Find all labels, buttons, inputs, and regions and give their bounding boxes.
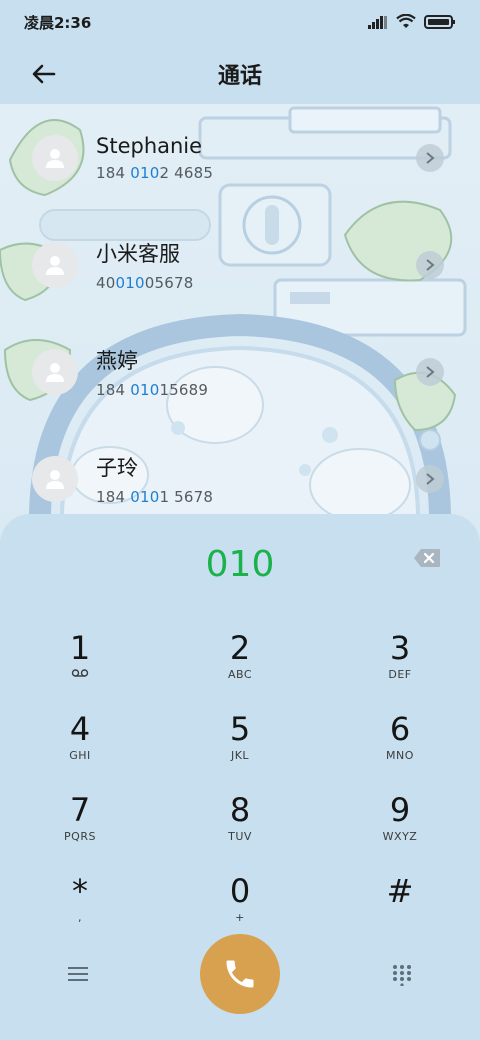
status-bar: 凌晨2:36 [0,0,480,44]
contact-detail-button[interactable] [416,144,444,172]
dialpad-bottom-bar [0,934,480,1018]
dialpad-grid-icon[interactable] [391,964,413,986]
key-1[interactable]: 1 [20,628,140,704]
avatar [32,241,78,288]
key-6[interactable]: 6 MNO [340,709,460,785]
menu-icon[interactable] [66,964,90,984]
voicemail-icon [71,669,89,677]
contact-row[interactable]: 燕婷 184 01015689 [0,318,480,425]
battery-icon [424,15,455,29]
avatar [32,455,78,502]
contact-name: 小米客服 [96,241,180,266]
contact-row[interactable]: Stephanie 184 0102 4685 [0,104,480,211]
key-5[interactable]: 5 JKL [180,709,300,785]
page-title: 通话 [217,64,262,89]
contact-row[interactable]: 小米客服 4001005678 [0,211,480,318]
chevron-right-icon [426,152,435,164]
key-7[interactable]: 7 PQRS [20,790,140,866]
contact-number: 184 01015689 [96,380,209,399]
contact-number: 4001005678 [96,273,194,292]
key-8[interactable]: 8 TUV [180,790,300,866]
contact-suggestions: Stephanie 184 0102 4685 小米客服 4001005678 [0,104,480,532]
dialpad-panel: 010 1 2 ABC 3 DEF 4 GHI 5 JKL 6 MNO 7 PQ… [0,514,480,1040]
contact-number: 184 0101 5678 [96,487,214,506]
status-time: 凌晨2:36 [24,13,92,32]
person-icon [46,148,64,168]
contact-detail-button[interactable] [416,358,444,386]
contact-number: 184 0102 4685 [96,163,214,182]
avatar [32,348,78,395]
phone-icon [226,960,254,988]
person-icon [46,469,64,489]
dialed-number[interactable]: 010 [0,544,480,585]
app-header: 通话 [0,44,480,104]
wifi-icon [396,14,416,28]
key-3[interactable]: 3 DEF [340,628,460,704]
person-icon [46,362,64,382]
signal-icon [368,16,387,29]
chevron-right-icon [426,473,435,485]
contact-name: 子玲 [96,455,138,480]
avatar [32,134,78,181]
chevron-right-icon [426,259,435,271]
contact-name: 燕婷 [96,348,138,373]
contact-detail-button[interactable] [416,465,444,493]
backspace-icon[interactable] [413,548,441,568]
key-2[interactable]: 2 ABC [180,628,300,704]
contact-name: Stephanie [96,133,203,158]
key-9[interactable]: 9 WXYZ [340,790,460,866]
key-4[interactable]: 4 GHI [20,709,140,785]
chevron-right-icon [426,366,435,378]
status-icons [368,14,456,30]
back-icon[interactable] [28,58,60,90]
person-icon [46,255,64,275]
call-button[interactable] [200,934,280,1014]
contact-detail-button[interactable] [416,251,444,279]
